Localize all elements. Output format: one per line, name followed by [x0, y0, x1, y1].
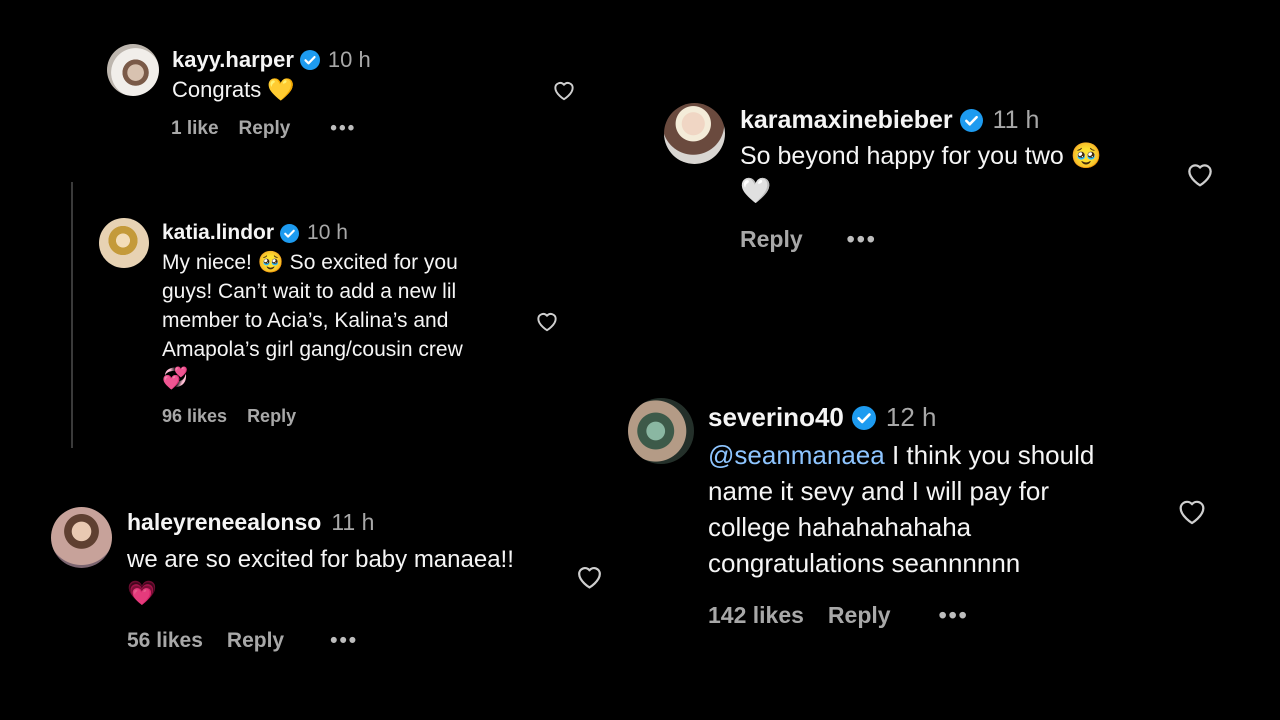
comment-text: So beyond happy for you two 🥹 🤍 — [740, 139, 1102, 209]
comment-line: My niece! 🥹 So excited for you — [162, 251, 458, 274]
avatar[interactable] — [99, 218, 149, 268]
more-options-icon[interactable]: ••• — [330, 118, 356, 140]
avatar[interactable] — [51, 507, 112, 568]
heart-outline-icon[interactable] — [534, 308, 560, 334]
comment-line: college hahahahahaha — [708, 512, 972, 542]
verified-badge-icon — [299, 50, 320, 70]
username[interactable]: katia.lindor — [162, 221, 274, 245]
comment-line: 💞 — [162, 367, 189, 390]
thread-line — [71, 182, 73, 448]
comment-line: guys! Can’t wait to add a new lil — [162, 280, 457, 303]
timestamp: 12 h — [885, 402, 937, 432]
comment-meta: Reply ••• — [740, 226, 877, 253]
comment-header: kayy.harper 10 h — [172, 47, 371, 73]
verified-badge-icon — [280, 223, 300, 243]
comment-line-rest: I think you should — [884, 440, 1095, 470]
comment-meta: 142 likes Reply ••• — [708, 602, 969, 629]
username[interactable]: karamaxinebieber — [740, 106, 953, 135]
username[interactable]: haleyreneealonso — [127, 509, 321, 536]
avatar[interactable] — [628, 398, 694, 464]
comment-line: @seanmanaea I think you should — [708, 437, 1094, 473]
timestamp: 10 h — [327, 47, 371, 72]
avatar[interactable] — [664, 103, 725, 164]
comment-line: So beyond happy for you two 🥹 — [740, 142, 1102, 170]
reply-button[interactable]: Reply — [740, 226, 803, 253]
reply-button[interactable]: Reply — [227, 629, 284, 653]
comment-line: Congrats 💛 — [172, 77, 295, 102]
username[interactable]: severino40 — [708, 402, 844, 433]
more-options-icon[interactable]: ••• — [847, 226, 877, 253]
heart-outline-icon[interactable] — [1175, 494, 1209, 528]
verified-badge-icon — [959, 109, 983, 132]
comment-line: 💗 — [127, 580, 157, 607]
comment-line: congratulations seannnnnn — [708, 548, 1021, 578]
likes-count[interactable]: 56 likes — [127, 629, 203, 653]
timestamp: 11 h — [992, 106, 1040, 134]
likes-count[interactable]: 96 likes — [162, 406, 227, 427]
reply-button[interactable]: Reply — [239, 118, 291, 140]
timestamp: 11 h — [331, 509, 375, 535]
more-options-icon[interactable]: ••• — [939, 602, 969, 629]
reply-button[interactable]: Reply — [247, 406, 296, 427]
comment-text: My niece! 🥹 So excited for you guys! Can… — [162, 248, 463, 393]
comment-meta: 96 likes Reply — [162, 406, 296, 427]
comment-meta: 1 like Reply ••• — [171, 118, 356, 140]
heart-outline-icon[interactable] — [1184, 158, 1216, 190]
mention-link[interactable]: @seanmanaea — [708, 440, 885, 470]
comment-header: severino40 12 h — [708, 402, 936, 433]
username[interactable]: kayy.harper — [172, 47, 294, 73]
comment-line: name it sevy and I will pay for — [708, 476, 1050, 506]
comment-header: katia.lindor 10 h — [162, 221, 348, 245]
heart-outline-icon[interactable] — [574, 561, 605, 592]
comment-text: Congrats 💛 — [172, 76, 295, 104]
more-options-icon[interactable]: ••• — [330, 629, 358, 653]
comment-text: @seanmanaea I think you should name it s… — [708, 437, 1094, 581]
reply-button[interactable]: Reply — [828, 602, 891, 629]
comment-header: karamaxinebieber 11 h — [740, 106, 1039, 135]
comment-header: haleyreneealonso 11 h — [127, 509, 374, 536]
comment-text: we are so excited for baby manaea!! 💗 — [127, 543, 514, 611]
comment-line: 🤍 — [740, 177, 772, 205]
comment-meta: 56 likes Reply ••• — [127, 629, 358, 653]
heart-outline-icon[interactable] — [551, 77, 577, 103]
avatar[interactable] — [107, 44, 159, 96]
comment-line: we are so excited for baby manaea!! — [127, 546, 514, 573]
verified-badge-icon — [851, 405, 876, 430]
comment-line: member to Acia’s, Kalina’s and — [162, 309, 449, 332]
timestamp: 10 h — [307, 221, 348, 244]
comment-line: Amapola’s girl gang/cousin crew — [162, 338, 463, 361]
likes-count[interactable]: 142 likes — [708, 602, 804, 629]
likes-count[interactable]: 1 like — [171, 118, 219, 140]
